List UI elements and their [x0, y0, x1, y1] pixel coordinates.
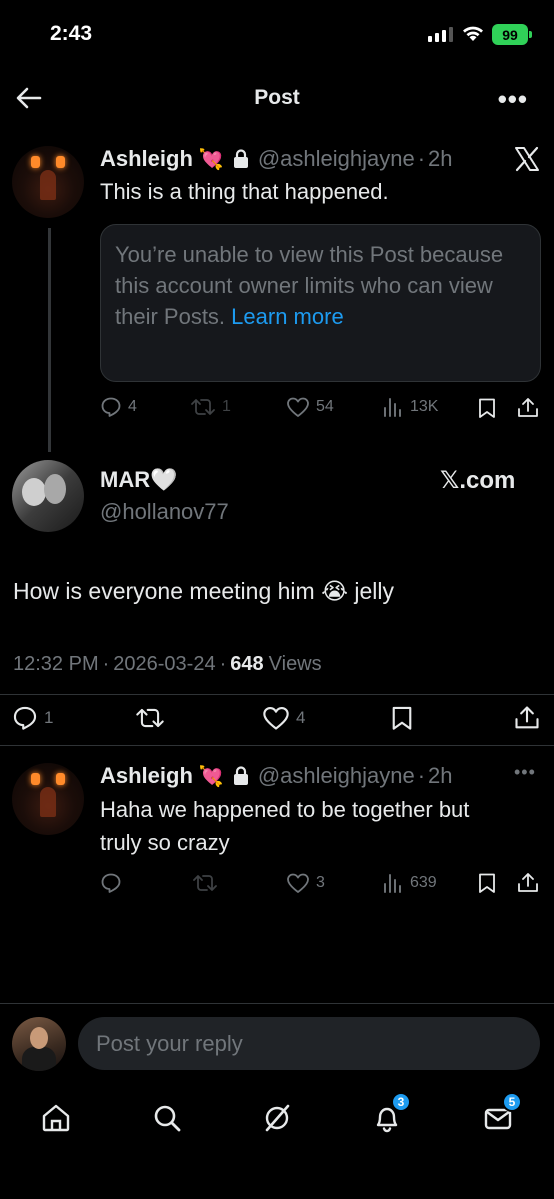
x-logo-icon: [515, 146, 539, 172]
thread-connector-line: [48, 228, 51, 452]
heart-icon: [287, 873, 309, 893]
tab-grok[interactable]: [257, 1098, 297, 1138]
repost-icon[interactable]: [192, 872, 218, 894]
views-button[interactable]: 13K: [382, 396, 438, 418]
like-button[interactable]: 4: [262, 705, 305, 731]
divider: [0, 1003, 554, 1004]
status-time: 2:43: [50, 22, 93, 45]
author-name[interactable]: Ashleigh: [100, 763, 193, 789]
battery-level: 99: [502, 26, 518, 43]
more-options-icon[interactable]: •••: [514, 762, 536, 783]
grok-icon: [265, 1104, 290, 1132]
bookmark-icon[interactable]: [476, 397, 498, 419]
tab-home[interactable]: [36, 1098, 76, 1138]
page-title: Post: [254, 86, 300, 109]
share-icon[interactable]: [516, 871, 540, 895]
reply-button[interactable]: 1: [12, 705, 53, 731]
post-time[interactable]: 2h: [428, 146, 452, 172]
views-button[interactable]: 639: [382, 872, 437, 894]
notifications-badge: 3: [391, 1092, 411, 1112]
reply-icon: [101, 397, 121, 417]
author-handle[interactable]: @ashleighjayne: [258, 763, 415, 789]
heart-arrow-emoji: 💘: [198, 148, 224, 171]
author-name[interactable]: MAR🤍: [100, 467, 178, 493]
divider: [0, 745, 554, 746]
reply-placeholder: Post your reply: [96, 1031, 243, 1056]
reply-text-line2: truly so crazy: [100, 830, 230, 855]
reply-icon: [13, 706, 37, 730]
views-count: 648: [230, 652, 264, 675]
share-icon[interactable]: [513, 704, 541, 732]
avatar[interactable]: [12, 146, 84, 218]
separator-dot: ·: [102, 652, 110, 675]
main-handle-row: @hollanov77: [100, 497, 229, 527]
views-chart-icon: [384, 398, 401, 417]
views-count: 639: [410, 874, 437, 891]
author-handle[interactable]: @ashleighjayne: [258, 146, 415, 172]
like-count: 54: [316, 398, 334, 415]
x-com-watermark: 𝕏.com: [440, 466, 516, 494]
limited-post-notice: You’re unable to view this Post because …: [100, 224, 541, 382]
like-button[interactable]: 54: [286, 396, 334, 418]
post-timestamp[interactable]: 12:32 PM: [13, 653, 99, 676]
wifi-icon: [463, 26, 483, 41]
avatar[interactable]: [12, 460, 84, 532]
separator-dot: ·: [417, 146, 426, 171]
avatar[interactable]: [12, 763, 84, 835]
heart-icon: [263, 707, 289, 730]
views-count: 13K: [410, 398, 439, 415]
views-chart-icon: [384, 874, 401, 893]
more-options-icon[interactable]: •••: [498, 84, 528, 115]
reply-text-line1: Haha we happened to be together but: [100, 797, 470, 822]
lock-icon: [233, 766, 248, 785]
repost-icon[interactable]: [135, 705, 165, 731]
reply-count: 4: [128, 398, 137, 415]
reply-count: 1: [44, 708, 54, 727]
repost-icon: [191, 399, 215, 415]
repost-count: 1: [222, 398, 231, 415]
divider: [0, 694, 554, 695]
bottom-tab-bar: 3 5: [0, 1090, 554, 1146]
home-icon: [42, 1104, 70, 1132]
reply-author-row: Ashleigh 💘 @ashleighjayne · 2h: [100, 761, 453, 791]
post-time[interactable]: 2h: [428, 763, 452, 789]
reply-button[interactable]: 4: [100, 396, 137, 418]
post-author-row: Ashleigh 💘 @ashleighjayne · 2h: [100, 144, 453, 174]
author-name[interactable]: Ashleigh: [100, 146, 193, 172]
separator-dot: ·: [417, 763, 426, 788]
repost-button[interactable]: 1: [190, 396, 231, 418]
separator-dot: ·: [219, 652, 227, 675]
messages-badge: 5: [502, 1092, 522, 1112]
learn-more-link[interactable]: Learn more: [231, 304, 344, 329]
like-button[interactable]: 3: [286, 872, 325, 894]
main-post-text: How is everyone meeting him 😭 jelly: [13, 578, 394, 604]
status-bar: 2:43 99: [0, 0, 554, 70]
avatar: [12, 1017, 66, 1071]
author-handle[interactable]: @hollanov77: [100, 499, 229, 525]
like-count: 4: [296, 708, 306, 727]
search-icon: [154, 1105, 181, 1132]
reply-icon[interactable]: [100, 872, 122, 894]
bookmark-icon[interactable]: [389, 705, 415, 731]
lock-icon: [233, 149, 248, 168]
views-label: Views: [268, 652, 322, 675]
main-author-row: MAR🤍: [100, 465, 178, 495]
bookmark-icon[interactable]: [476, 872, 498, 894]
tab-messages[interactable]: 5: [478, 1092, 522, 1138]
post-meta: 12:32 PM · 2026-03-24 · 648 Views: [13, 649, 322, 679]
post-header: Post •••: [0, 72, 554, 124]
cellular-signal-icon: [428, 27, 453, 42]
share-icon[interactable]: [516, 396, 540, 420]
post-date[interactable]: 2026-03-24: [113, 653, 215, 676]
heart-icon: [287, 397, 309, 417]
post-text: This is a thing that happened.: [100, 179, 389, 204]
tab-search[interactable]: [147, 1098, 187, 1138]
reply-input[interactable]: Post your reply: [78, 1017, 540, 1070]
like-count: 3: [316, 874, 325, 891]
heart-arrow-emoji: 💘: [198, 765, 224, 788]
tab-notifications[interactable]: 3: [367, 1092, 411, 1138]
battery-indicator: 99: [492, 24, 532, 45]
